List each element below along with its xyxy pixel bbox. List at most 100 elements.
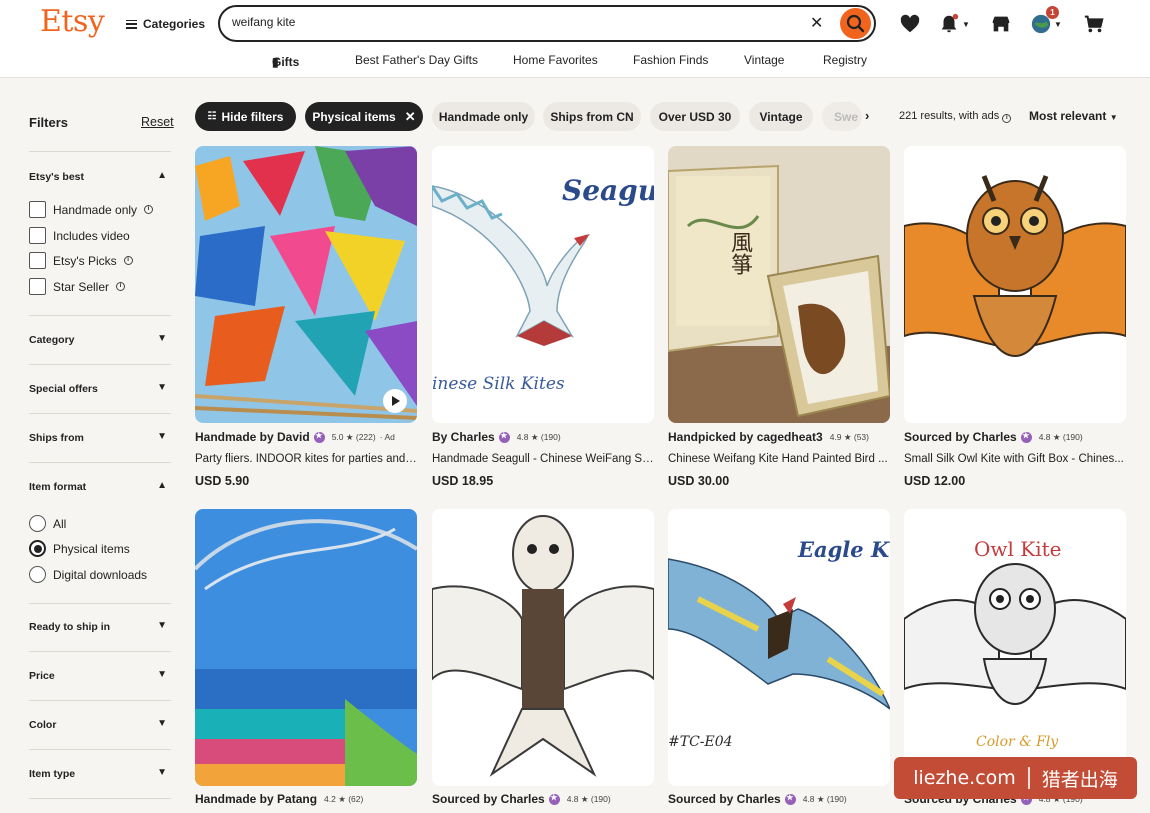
info-icon[interactable]: i (144, 205, 154, 214)
ready-to-ship-toggle[interactable]: Ready to ship in ▼ (29, 620, 171, 633)
checkbox-star-seller[interactable]: Star Seller i (29, 278, 126, 295)
nav-fashion-finds[interactable]: Fashion Finds (633, 53, 708, 67)
filter-sliders-icon: ☷ (207, 111, 217, 122)
product-image[interactable] (904, 146, 1126, 423)
checkbox[interactable] (29, 201, 46, 218)
info-icon[interactable]: i (116, 282, 126, 291)
product-image[interactable]: 風箏 (668, 146, 890, 423)
star-seller-icon (498, 431, 510, 443)
image-caption: Seagul (562, 174, 654, 207)
divider (1027, 767, 1030, 789)
radio-button[interactable] (29, 515, 46, 532)
chevron-up-icon: ▲ (157, 170, 167, 181)
nav-home-favorites[interactable]: Home Favorites (513, 53, 598, 67)
star-seller-icon (1020, 431, 1032, 443)
search-button[interactable] (840, 8, 871, 39)
radio-digital-downloads[interactable]: Digital downloads (29, 566, 147, 583)
chip-over-usd-30[interactable]: Over USD 30 (650, 102, 740, 131)
chip-vintage[interactable]: Vintage (749, 102, 813, 131)
radio-button-selected[interactable] (29, 540, 46, 557)
filters-title: Filters (29, 115, 69, 130)
card-rating: 4.8 ★ (190) (566, 793, 611, 804)
color-toggle[interactable]: Color ▼ (29, 718, 171, 731)
card-seller[interactable]: Sourced by Charles 4.8 ★ (190) (904, 430, 1083, 444)
card-price: USD 12.00 (904, 474, 966, 488)
product-image[interactable]: Seagul inese Silk Kites (432, 146, 654, 423)
price-toggle[interactable]: Price ▼ (29, 669, 171, 682)
card-seller[interactable]: Handpicked by cagedheat3 4.9 ★ (53) (668, 430, 869, 444)
star-seller-icon (313, 431, 325, 443)
radio-button[interactable] (29, 566, 46, 583)
watermark-site: liezhe.com (913, 767, 1016, 789)
product-image[interactable] (195, 509, 417, 786)
card-title[interactable]: Chinese Weifang Kite Hand Painted Bird .… (668, 453, 890, 465)
card-rating: 4.8 ★ (190) (516, 431, 561, 442)
divider (29, 315, 171, 316)
card-rating: 4.9 ★ (53) (829, 431, 869, 442)
checkbox-etsys-picks[interactable]: Etsy's Picks i (29, 252, 133, 269)
checkbox[interactable] (29, 252, 46, 269)
chevron-down-icon: ▼ (157, 333, 167, 344)
chevron-down-icon: ▼ (157, 431, 167, 442)
hide-filters-button[interactable]: ☷ Hide filters (195, 102, 296, 131)
chip-handmade-only[interactable]: Handmade only (432, 102, 535, 131)
chevron-right-icon[interactable]: › (865, 108, 869, 123)
notifications-icon[interactable]: ▼ (938, 11, 970, 37)
card-price: USD 18.95 (432, 474, 494, 488)
category-toggle[interactable]: Category ▼ (29, 333, 171, 346)
radio-physical-items[interactable]: Physical items (29, 540, 130, 557)
chip-ships-from-cn[interactable]: Ships from CN (543, 102, 641, 131)
product-image[interactable]: Eagle Kit #TC-E04 (668, 509, 890, 786)
card-seller[interactable]: Sourced by Charles 4.8 ★ (190) (668, 792, 847, 806)
card-rating: 4.2 ★ (62) (324, 793, 364, 804)
chip-physical-items[interactable]: Physical items ✕ (305, 102, 423, 131)
clear-search-icon[interactable]: ✕ (810, 13, 823, 33)
card-seller[interactable]: Sourced by Charles 4.8 ★ (190) (432, 792, 611, 806)
reset-filters-link[interactable]: Reset (141, 115, 174, 129)
special-offers-toggle[interactable]: Special offers ▼ (29, 382, 171, 395)
card-title[interactable]: Small Silk Owl Kite with Gift Box - Chin… (904, 453, 1126, 465)
image-caption: Eagle Kit (798, 537, 890, 562)
info-icon[interactable]: i (1002, 114, 1012, 123)
info-icon[interactable]: i (123, 256, 133, 265)
chip-truncated[interactable]: Swe (822, 102, 862, 131)
ships-from-toggle[interactable]: Ships from ▼ (29, 431, 171, 444)
card-title[interactable]: Handmade Seagull - Chinese WeiFang Sil..… (432, 453, 654, 465)
star-seller-icon (548, 793, 560, 805)
nav-vintage[interactable]: Vintage (744, 53, 784, 67)
image-caption: inese Silk Kites (432, 374, 565, 394)
radio-all[interactable]: All (29, 515, 66, 532)
checkbox-includes-video[interactable]: Includes video (29, 227, 130, 244)
nav-registry[interactable]: Registry (823, 53, 867, 67)
checkbox-handmade-only[interactable]: Handmade only i (29, 201, 154, 218)
item-format-toggle[interactable]: Item format ▲ (29, 480, 171, 493)
gift-shop-icon[interactable] (990, 11, 1012, 37)
checkbox[interactable] (29, 278, 46, 295)
product-image[interactable] (432, 509, 654, 786)
item-type-toggle[interactable]: Item type ▼ (29, 767, 171, 780)
etsy-logo[interactable]: Etsy (40, 4, 105, 39)
sort-dropdown[interactable]: Most relevant ▼ (1029, 109, 1118, 123)
chevron-down-icon: ▼ (1054, 19, 1062, 29)
card-seller[interactable]: Handmade by David 5.0 ★ (222) · Ad (195, 430, 395, 444)
categories-button[interactable]: Categories (126, 14, 205, 34)
product-image[interactable]: Owl Kite Color & Fly (904, 509, 1126, 786)
play-video-icon[interactable] (383, 389, 407, 413)
card-seller[interactable]: Handmade by Patang 4.2 ★ (62) (195, 792, 363, 806)
checkbox[interactable] (29, 227, 46, 244)
chevron-down-icon: ▼ (157, 620, 167, 631)
card-rating: 4.8 ★ (190) (802, 793, 847, 804)
chevron-down-icon: ▼ (157, 718, 167, 729)
divider (29, 651, 171, 652)
chevron-down-icon: ▼ (157, 382, 167, 393)
close-icon[interactable]: ✕ (405, 109, 416, 125)
card-title[interactable]: Party fliers. INDOOR kites for parties a… (195, 453, 417, 465)
cart-icon[interactable] (1083, 11, 1105, 37)
card-seller[interactable]: By Charles 4.8 ★ (190) (432, 430, 561, 444)
image-caption: 風箏 (727, 231, 752, 275)
search-input[interactable] (232, 15, 792, 29)
product-image[interactable] (195, 146, 417, 423)
favorites-icon[interactable] (899, 11, 921, 37)
etsys-best-toggle[interactable]: Etsy's best ▲ (29, 170, 171, 183)
nav-fathers-day[interactable]: Best Father's Day Gifts (355, 53, 478, 67)
